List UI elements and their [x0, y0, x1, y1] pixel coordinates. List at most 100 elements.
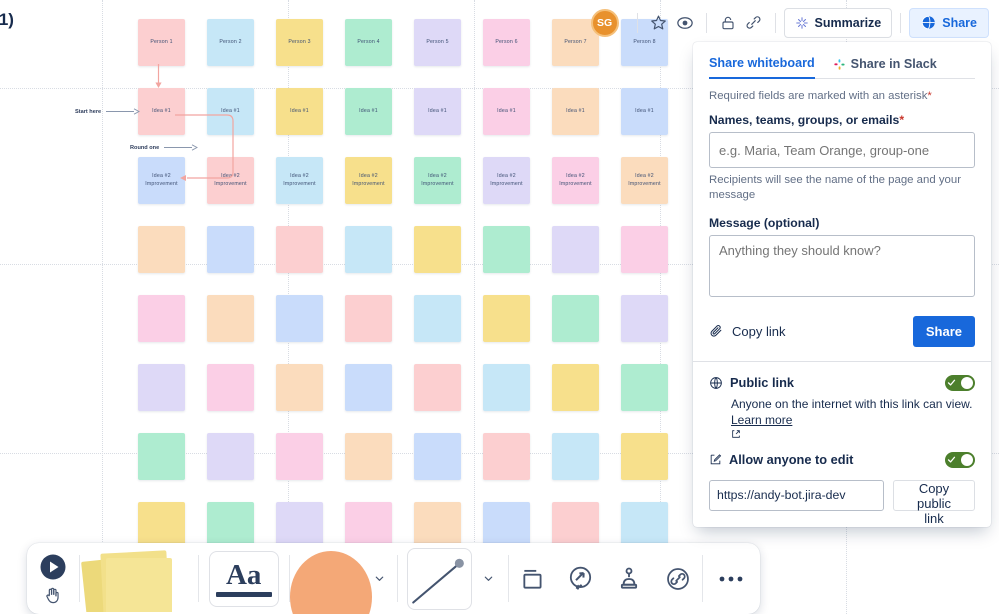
sticky-note[interactable] — [414, 433, 461, 480]
sticky-note[interactable] — [138, 295, 185, 342]
whiteboard-app: ard (1) Person 1 Person 2 Person 3 Person 4… — [0, 0, 999, 614]
sticky-note[interactable] — [345, 226, 392, 273]
sticky-note[interactable] — [414, 226, 461, 273]
sticky-note[interactable] — [345, 295, 392, 342]
sticky-note-label: Idea #1 — [290, 107, 309, 114]
sticky-note[interactable] — [276, 502, 323, 549]
star-icon[interactable] — [646, 10, 672, 36]
shape-circle-icon — [289, 550, 372, 614]
sticky-note[interactable]: Person 3 — [276, 19, 323, 66]
sticky-note[interactable] — [207, 295, 254, 342]
sticky-note[interactable] — [483, 295, 530, 342]
sticky-note[interactable]: Idea #2 Improvement — [345, 157, 392, 204]
sticky-note[interactable] — [552, 502, 599, 549]
sticky-note[interactable]: Person 2 — [207, 19, 254, 66]
summarize-button[interactable]: Summarize — [783, 7, 893, 38]
sticky-note[interactable] — [276, 433, 323, 480]
sticky-note[interactable] — [276, 364, 323, 411]
hand-tool[interactable] — [43, 586, 62, 605]
sticky-note[interactable] — [207, 433, 254, 480]
sticky-note[interactable]: Idea #2 Improvement — [621, 157, 668, 204]
sticky-note[interactable] — [345, 433, 392, 480]
copy-public-link-button[interactable]: Copy public link — [893, 479, 975, 526]
sticky-note[interactable] — [621, 226, 668, 273]
sticky-note[interactable] — [414, 295, 461, 342]
more-tools[interactable] — [703, 543, 760, 614]
sticky-note[interactable] — [414, 364, 461, 411]
message-textarea[interactable] — [709, 234, 975, 297]
sticky-note[interactable] — [483, 433, 530, 480]
allow-edit-toggle[interactable] — [945, 451, 975, 468]
sticky-note[interactable] — [621, 502, 668, 549]
reaction-tool[interactable] — [557, 543, 605, 614]
sticky-note[interactable] — [552, 364, 599, 411]
link-tool[interactable] — [653, 543, 701, 614]
avatar[interactable]: SG — [590, 8, 619, 37]
sticky-note[interactable] — [552, 433, 599, 480]
sticky-note[interactable] — [138, 502, 185, 549]
line-tool[interactable] — [406, 547, 472, 610]
sticky-note[interactable] — [207, 502, 254, 549]
sticky-note[interactable]: Idea #2 Improvement — [414, 157, 461, 204]
sticky-note[interactable] — [621, 364, 668, 411]
sparkle-icon — [795, 16, 809, 30]
shape-tool[interactable] — [289, 543, 372, 614]
recipients-input[interactable] — [709, 132, 975, 168]
globe-icon — [921, 15, 936, 30]
sticky-note[interactable] — [621, 295, 668, 342]
sticky-note[interactable]: Person 1 — [138, 19, 185, 66]
sticky-note[interactable]: Idea #2 Improvement — [552, 157, 599, 204]
sticky-note[interactable] — [483, 364, 530, 411]
sticky-note[interactable]: Person 4 — [345, 19, 392, 66]
sticky-note[interactable] — [483, 226, 530, 273]
link-icon[interactable] — [741, 10, 767, 36]
unlock-icon[interactable] — [715, 10, 741, 36]
sticky-note[interactable]: Idea #2 Improvement — [276, 157, 323, 204]
sticky-note[interactable] — [552, 295, 599, 342]
tab-share-whiteboard-label: Share whiteboard — [709, 56, 815, 70]
sticky-note[interactable]: Idea #2 Improvement — [483, 157, 530, 204]
text-tool[interactable]: Aa — [208, 550, 279, 607]
eye-icon[interactable] — [672, 10, 698, 36]
sticky-note[interactable]: Idea #1 — [276, 88, 323, 135]
stamp-tool[interactable] — [605, 543, 653, 614]
sticky-note[interactable] — [621, 433, 668, 480]
sticky-note[interactable] — [345, 364, 392, 411]
select-play-tool[interactable] — [38, 552, 68, 582]
tab-share-in-slack[interactable]: Share in Slack — [833, 57, 937, 78]
sticky-note[interactable] — [276, 226, 323, 273]
sticky-note[interactable] — [138, 433, 185, 480]
sticky-note[interactable] — [138, 364, 185, 411]
sticky-note[interactable]: Idea #1 — [621, 88, 668, 135]
tab-share-whiteboard[interactable]: Share whiteboard — [709, 56, 815, 79]
sticky-note[interactable] — [207, 364, 254, 411]
sticky-note[interactable] — [552, 226, 599, 273]
sticky-note[interactable] — [483, 502, 530, 549]
sticky-note-label: Idea #1 — [497, 107, 516, 114]
sticky-note-tool[interactable] — [80, 543, 198, 614]
public-link-toggle[interactable] — [945, 374, 975, 391]
line-tool-chevron-down-icon[interactable] — [483, 573, 494, 584]
share-button[interactable]: Share — [909, 7, 989, 38]
sticky-note[interactable] — [207, 226, 254, 273]
public-url-input[interactable] — [709, 479, 884, 511]
panel-share-submit-button[interactable]: Share — [912, 315, 975, 347]
learn-more-link[interactable]: Learn more — [731, 413, 792, 427]
copy-link-button[interactable]: Copy link — [709, 324, 785, 339]
shape-tool-chevron-down-icon[interactable] — [374, 573, 385, 584]
sticky-note[interactable]: Idea #1 — [483, 88, 530, 135]
frame-tool[interactable] — [508, 543, 556, 614]
sticky-note[interactable] — [276, 295, 323, 342]
check-icon — [947, 379, 956, 386]
sticky-note[interactable]: Person 6 — [483, 19, 530, 66]
more-dots-icon — [719, 576, 743, 581]
sticky-note[interactable]: Person 5 — [414, 19, 461, 66]
sticky-note[interactable]: Idea #1 — [552, 88, 599, 135]
sticky-note[interactable]: Idea #1 — [414, 88, 461, 135]
edit-pencil-icon — [709, 453, 722, 466]
sticky-note-label: Person 2 — [219, 38, 242, 45]
sticky-note[interactable]: Idea #1 — [345, 88, 392, 135]
sticky-note[interactable] — [414, 502, 461, 549]
sticky-note[interactable] — [138, 226, 185, 273]
sticky-note[interactable] — [345, 502, 392, 549]
